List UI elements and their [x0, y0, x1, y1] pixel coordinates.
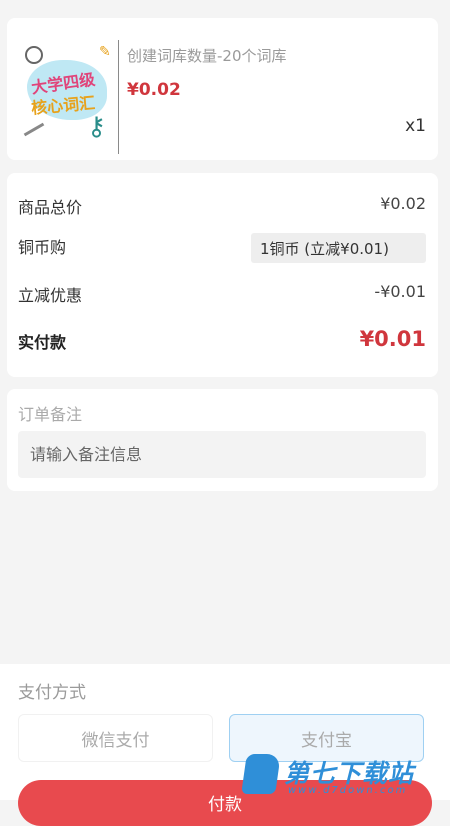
remarks-label: 订单备注: [18, 405, 83, 424]
discount-value: -¥0.01: [374, 282, 426, 301]
key-icon: ⚷: [87, 112, 107, 142]
decoration-line: [23, 122, 45, 137]
discount-label: 立减优惠: [18, 286, 83, 305]
amount-paid-label: 实付款: [18, 333, 67, 352]
product-thumbnail: ✎ 大学四级 核心词汇 ⚷: [19, 40, 119, 154]
decoration-circle: [25, 46, 43, 64]
product-title: 创建词库数量-20个词库: [127, 47, 287, 65]
product-quantity: x1: [405, 116, 426, 136]
order-remarks-card: 订单备注: [7, 389, 438, 491]
coin-purchase-select[interactable]: 1铜币 (立减¥0.01): [251, 233, 426, 263]
wechat-pay-option[interactable]: 微信支付: [18, 714, 213, 762]
coin-purchase-label: 铜币购: [18, 238, 67, 257]
product-price: ¥0.02: [127, 80, 181, 100]
remarks-input[interactable]: [18, 431, 426, 478]
product-card: ✎ 大学四级 核心词汇 ⚷ 创建词库数量-20个词库 ¥0.02 x1: [7, 18, 438, 160]
status-bar-remnant: [0, 0, 450, 10]
payment-method-title: 支付方式: [18, 683, 86, 703]
pencil-icon: ✎: [99, 44, 111, 60]
subtotal-value: ¥0.02: [380, 194, 426, 213]
amount-paid-value: ¥0.01: [359, 327, 426, 351]
watermark-logo-icon: [241, 754, 281, 794]
subtotal-label: 商品总价: [18, 198, 83, 217]
price-summary-card: 商品总价 ¥0.02 铜币购 1铜币 (立减¥0.01) 立减优惠 -¥0.01…: [7, 173, 438, 377]
watermark-url: www.d7down.com: [288, 785, 408, 796]
watermark: 第七下载站 www.d7down.com: [241, 752, 444, 798]
